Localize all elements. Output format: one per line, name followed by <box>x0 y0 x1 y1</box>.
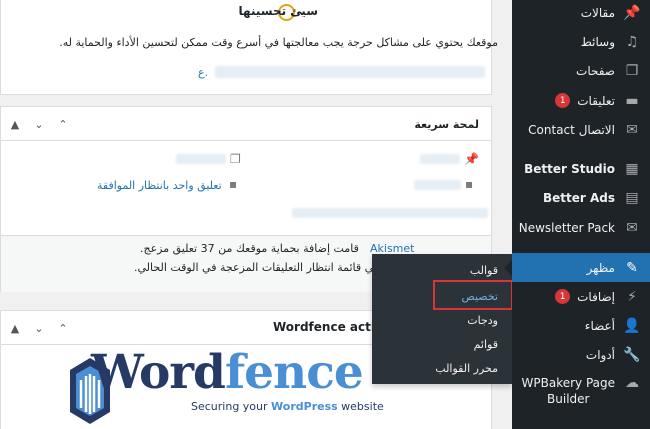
pin-icon: 📌 <box>623 4 641 21</box>
move-up-icon[interactable]: ⌃ <box>55 117 71 131</box>
health-description: موقعك يحتوي على مشاكل حرجة يجب معالجتها … <box>59 36 498 49</box>
move-down-icon[interactable]: ⌄ <box>31 117 47 131</box>
media-icon: ♫ <box>625 33 639 50</box>
plugins-badge: 1 <box>555 289 571 304</box>
pin-icon: 📌 <box>464 152 479 166</box>
sidebar-item-wpbakery[interactable]: ☁ WPBakery Page Builder <box>512 375 650 411</box>
pages-icon: ❐ <box>625 62 639 79</box>
dashboard-main: سيئ تحسينها موقعك يحتوي على مشاكل حرجة ي… <box>0 0 513 429</box>
sidebar-item-newsletter[interactable]: ✉ Newsletter Pack <box>512 213 650 242</box>
pages-icon: ❐ <box>230 152 241 166</box>
sidebar-item-pages[interactable]: ❐ صفحات <box>512 56 650 85</box>
plugins-icon: ⚡ <box>627 288 637 305</box>
submenu-menus[interactable]: قوائم <box>372 332 512 356</box>
sidebar-item-appearance[interactable]: ✎ مظهر <box>504 253 650 282</box>
health-status-title: سيئ تحسينها <box>238 4 318 18</box>
blurred-text <box>176 154 226 164</box>
move-up-icon[interactable]: ⌃ <box>55 321 71 335</box>
toggle-arrow-icon[interactable]: ▲ <box>7 321 23 335</box>
admin-sidebar: 📌 مقالات ♫ وسائط ❐ صفحات ▬ تعليقات 1 ✉ C… <box>504 0 650 429</box>
sidebar-item-users[interactable]: 👤 أعضاء <box>512 311 650 340</box>
sidebar-item-better-ads[interactable]: ▤ Better Ads <box>512 183 650 212</box>
wordfence-wordmark: Wordfence <box>91 345 364 400</box>
appearance-submenu: قوالب تخصيص ودجات قوائم محرر القوالب <box>372 254 512 384</box>
blurred-text <box>414 180 461 190</box>
comments-icon: ▪ <box>229 177 238 191</box>
comments-badge: 1 <box>555 93 571 108</box>
tools-icon: 🔧 <box>623 346 641 363</box>
sidebar-item-contact[interactable]: ✉ Contact الاتصال <box>512 115 650 144</box>
widget-controls: ▲ ⌄ ⌃ <box>7 321 71 335</box>
widget-controls: ▲ ⌄ ⌃ <box>7 117 71 131</box>
comments-icon: ▬ <box>625 92 639 109</box>
wpbakery-icon: ☁ <box>625 375 639 391</box>
sidebar-item-plugins[interactable]: ⚡ إضافات 1 <box>512 282 650 311</box>
akismet-text-1: قامت إضافة بحماية موقعك من 37 تعليق مزعج… <box>140 242 359 255</box>
submenu-themes[interactable]: قوالب <box>372 258 512 282</box>
widget-title: لمحة سريعة <box>414 118 479 131</box>
blurred-text <box>420 154 460 164</box>
wordfence-tagline: Securing your WordPress website <box>191 400 384 413</box>
brush-icon: ✎ <box>626 259 638 276</box>
ads-icon: ▤ <box>625 189 639 206</box>
sidebar-item-better-studio[interactable]: ▦ Better Studio <box>512 154 650 183</box>
submenu-theme-editor[interactable]: محرر القوالب <box>372 356 512 380</box>
health-link[interactable]: ع. <box>198 66 208 79</box>
blurred-text <box>292 208 488 218</box>
active-indicator <box>504 260 512 276</box>
mail-icon: ✉ <box>626 121 638 138</box>
pending-comments-link[interactable]: تعليق واحد بانتظار الموافقة <box>97 179 222 192</box>
sidebar-item-media[interactable]: ♫ وسائط <box>512 27 650 56</box>
blurred-text <box>215 66 485 78</box>
sidebar-item-tools[interactable]: 🔧 أدوات <box>512 340 650 369</box>
submenu-widgets[interactable]: ودجات <box>372 308 512 332</box>
highlight-annotation <box>433 280 513 310</box>
newsletter-icon: ✉ <box>626 219 638 236</box>
studio-icon: ▦ <box>625 160 639 177</box>
toggle-arrow-icon[interactable]: ▲ <box>7 117 23 131</box>
sidebar-item-posts[interactable]: 📌 مقالات <box>512 0 650 27</box>
widget-header: ▲ ⌄ ⌃ لمحة سريعة <box>1 107 491 141</box>
widget-title: Wordfence activi <box>273 320 387 334</box>
comment-icon: ▪ <box>465 177 474 191</box>
sidebar-item-comments[interactable]: ▬ تعليقات 1 <box>512 86 650 115</box>
users-icon: 👤 <box>623 317 641 334</box>
move-down-icon[interactable]: ⌄ <box>31 321 47 335</box>
